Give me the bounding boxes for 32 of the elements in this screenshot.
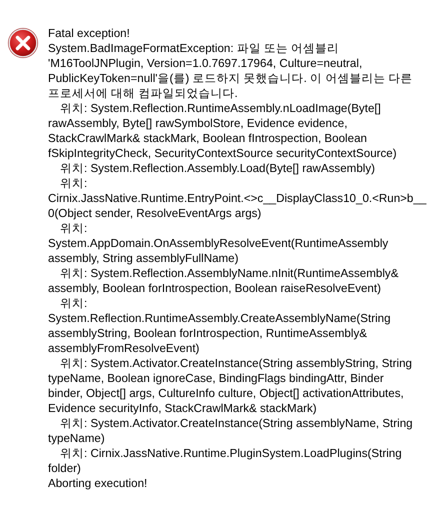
message-line: typeName) [48, 431, 105, 446]
message-line: assemblyFromResolveEvent) [48, 341, 200, 356]
message-line: 'M16ToolJNPlugin, Version=1.0.7697.17964, Culture=neutral, [48, 56, 362, 71]
message-line: 위치: Cirnix.JassNative.Runtime.PluginSystem.LoadPlugins(String [59, 446, 402, 461]
message-line: StackCrawlMark& stackMark, Boolean fIntrospection, Boolean [48, 131, 367, 146]
message-line: Evidence securityInfo, StackCrawlMark& stackMark) [48, 401, 317, 416]
error-icon [7, 27, 39, 59]
message-line: Fatal exception! [48, 26, 130, 41]
message-line: PublicKeyToken=null'을(를) 로드하지 못했습니다. 이 어셈블리는 다른 [48, 71, 413, 86]
message-line: folder) [48, 461, 81, 476]
message-line: Cirnix.JassNative.Runtime.EntryPoint.<>c__DisplayClass10_0.<Run>b__ [48, 191, 426, 206]
message-line: 위치: System.Activator.CreateInstance(String assemblyString, String [59, 356, 412, 371]
message-line: 위치: [59, 296, 88, 311]
message-line: 위치: System.Reflection.RuntimeAssembly.nLoadImage(Byte[] [59, 101, 381, 116]
message-line: 0(Object sender, ResolveEventArgs args) [48, 206, 262, 221]
message-line: System.Reflection.RuntimeAssembly.CreateAssemblyName(String [48, 311, 391, 326]
message-line: 위치: System.Activator.CreateInstance(String assemblyName, String [59, 416, 413, 431]
message-line: rawAssembly, Byte[] rawSymbolStore, Evidence evidence, [48, 116, 348, 131]
message-line: 위치: [59, 176, 88, 191]
message-line: 프로세서에 대해 컴파일되었습니다. [48, 86, 238, 101]
message-line: fSkipIntegrityCheck, SecurityContextSource securityContextSource) [48, 146, 397, 161]
message-line: typeName, Boolean ignoreCase, BindingFlags bindingAttr, Binder [48, 371, 384, 386]
message-line: System.BadImageFormatException: 파일 또는 어셈블리 [48, 41, 340, 56]
message-line: assembly, String assemblyFullName) [48, 251, 238, 266]
message-line: binder, Object[] args, CultureInfo culture, Object[] activationAttributes, [48, 386, 404, 401]
message-line: Aborting execution! [48, 476, 148, 491]
message-line: System.AppDomain.OnAssemblyResolveEvent(RuntimeAssembly [48, 236, 388, 251]
message-line: 위치: System.Reflection.Assembly.Load(Byte[] rawAssembly) [59, 161, 376, 176]
message-line: 위치: [59, 221, 88, 236]
message-line: 위치: System.Reflection.AssemblyName.nInit(RuntimeAssembly& [59, 266, 398, 281]
message-line: assemblyString, Boolean forIntrospection, RuntimeAssembly& [48, 326, 367, 341]
message-line: assembly, Boolean forIntrospection, Boolean raiseResolveEvent) [48, 281, 381, 296]
